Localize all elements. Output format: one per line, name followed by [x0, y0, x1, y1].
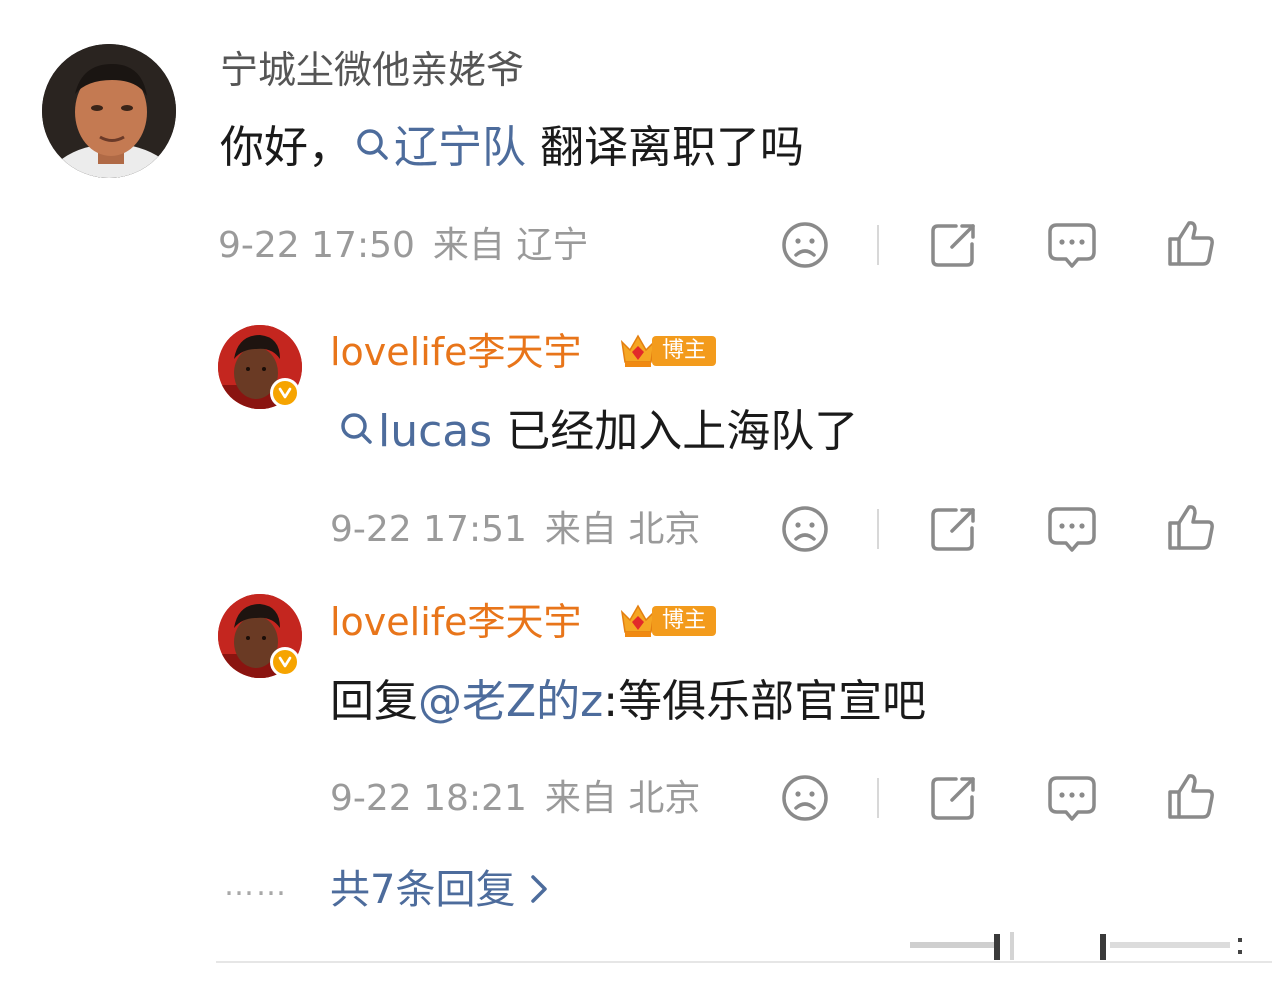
search-icon	[352, 124, 392, 176]
more-replies-link[interactable]: 共7条回复	[330, 866, 549, 916]
comment-date: 9-22 17:50	[218, 225, 415, 266]
divider	[877, 509, 879, 549]
comment-source: 来自 辽宁	[432, 225, 589, 266]
comment-content: lucas 已经加入上海队了	[336, 406, 858, 460]
sad-face-icon[interactable]	[780, 773, 830, 823]
search-icon	[336, 408, 376, 460]
comment-meta: 9-22 17:50 来自 辽宁	[218, 224, 588, 268]
mention-link[interactable]: @老Z的z	[418, 676, 603, 727]
comment-source: 来自 北京	[544, 509, 701, 550]
blogger-badge: 博主	[618, 602, 717, 640]
share-icon[interactable]	[928, 220, 978, 270]
verified-badge-icon	[270, 378, 300, 408]
comment-text: 翻译离职了吗	[526, 122, 804, 173]
topic-link[interactable]: 辽宁队	[352, 122, 526, 173]
share-icon[interactable]	[928, 504, 978, 554]
watermark	[910, 930, 1250, 962]
chevron-right-icon	[529, 868, 549, 916]
comment-source: 来自 北京	[544, 778, 701, 819]
sad-face-icon[interactable]	[780, 220, 830, 270]
comment-content: 你好， 辽宁队 翻译离职了吗	[220, 122, 804, 176]
thumbs-up-icon[interactable]	[1166, 502, 1216, 552]
topic-link[interactable]: lucas	[336, 406, 492, 457]
comment-username[interactable]: lovelife李天宇	[330, 330, 582, 374]
divider	[877, 225, 879, 265]
comment-text: :等俱乐部官宣吧	[603, 676, 927, 727]
comment-username[interactable]: 宁城尘微他亲姥爷	[220, 48, 524, 92]
comment-text: 你好，	[220, 122, 352, 173]
comment-meta: 9-22 18:21 来自 北京	[330, 777, 700, 821]
thumbs-up-icon[interactable]	[1166, 218, 1216, 268]
sad-face-icon[interactable]	[780, 504, 830, 554]
blogger-badge: 博主	[618, 332, 717, 370]
thumbs-up-icon[interactable]	[1166, 771, 1216, 821]
more-replies-label: 共7条回复	[330, 867, 516, 913]
topic-label: 辽宁队	[394, 122, 526, 173]
comment-text: 已经加入上海队了	[492, 406, 859, 457]
comment-icon[interactable]	[1047, 504, 1097, 554]
badge-label: 博主	[652, 606, 717, 636]
avatar[interactable]	[42, 44, 176, 178]
comment-username[interactable]: lovelife李天宇	[330, 600, 582, 644]
comment-icon[interactable]	[1047, 220, 1097, 270]
comment-content: 回复@老Z的z:等俱乐部官宣吧	[330, 676, 926, 728]
badge-label: 博主	[652, 336, 717, 366]
more-dots: ……	[224, 868, 288, 903]
comment-meta: 9-22 17:51 来自 北京	[330, 508, 700, 552]
verified-badge-icon	[270, 647, 300, 677]
comment-date: 9-22 17:51	[330, 509, 527, 550]
share-icon[interactable]	[928, 773, 978, 823]
divider	[877, 778, 879, 818]
topic-label: lucas	[378, 406, 493, 457]
comment-date: 9-22 18:21	[330, 778, 527, 819]
divider	[216, 961, 1272, 963]
comment-text: 回复	[330, 676, 418, 727]
comment-icon[interactable]	[1047, 773, 1097, 823]
